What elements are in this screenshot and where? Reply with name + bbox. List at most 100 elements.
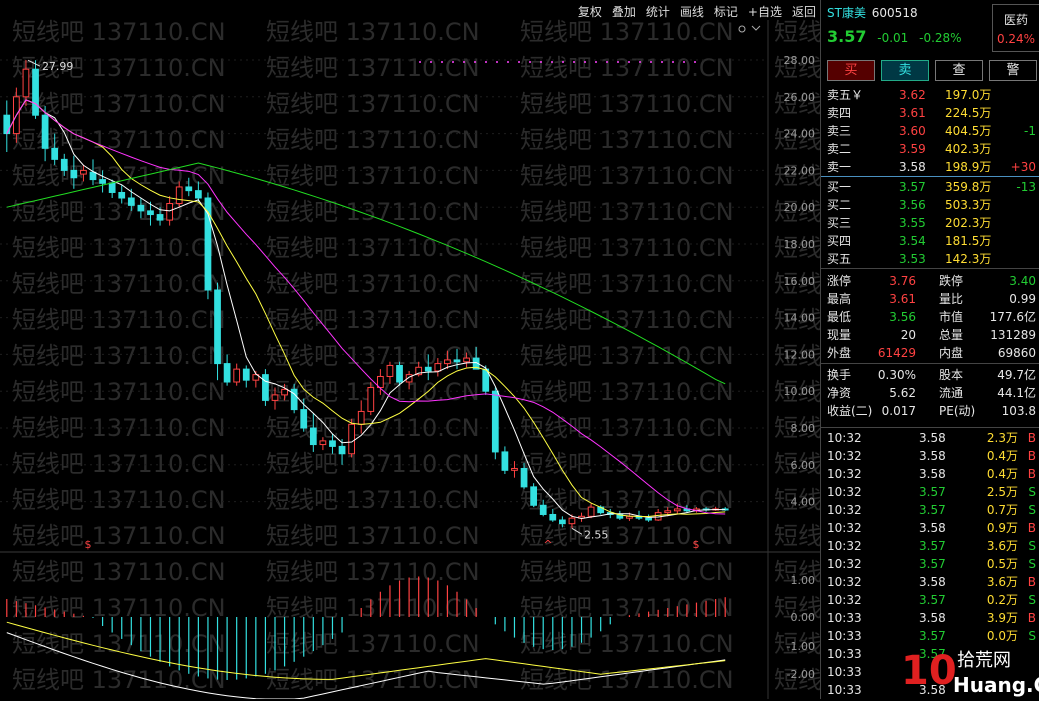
toolbar-item[interactable]: 返回 xyxy=(792,3,816,20)
stat-row: 外盘 61429 内盘 69860 xyxy=(827,344,1036,362)
sector-box[interactable]: 医药 0.24% xyxy=(992,4,1039,52)
price-tick: 10.00 xyxy=(784,385,816,398)
book-label: 卖四 xyxy=(827,106,852,120)
alert-button[interactable]: 警 xyxy=(989,60,1037,81)
candle-body xyxy=(70,169,78,179)
tick-time: 10:32 xyxy=(827,521,862,535)
toolbar-item[interactable]: 画线 xyxy=(680,3,704,20)
buy-button[interactable]: 买 xyxy=(827,60,875,81)
stat-value: 3.56 xyxy=(889,310,916,324)
signal-dot xyxy=(419,61,421,63)
book-volume: 202.3万 xyxy=(945,216,992,230)
stat-value: 0.30% xyxy=(877,368,916,382)
candle-body xyxy=(41,114,49,149)
tick-side: S xyxy=(1028,503,1036,517)
watermark-text: 短线吧 137110.CN xyxy=(266,90,480,118)
price-change-pct: -0.28% xyxy=(919,31,962,45)
watermark-text: 短线吧 137110.CN xyxy=(520,558,734,586)
price-tick: 24.00 xyxy=(784,128,816,141)
watermark-text: 短线吧 137110.CN xyxy=(12,90,226,118)
ask-row: 卖三 3.60 404.5万 -1 xyxy=(827,122,1036,140)
watermark-text: 短线吧 137110.CN xyxy=(12,630,226,658)
candle-body xyxy=(501,451,509,471)
tick-side: S xyxy=(1028,539,1036,553)
candle-body xyxy=(645,517,652,521)
candle-body xyxy=(137,204,145,212)
candle-body xyxy=(166,203,174,221)
watermark-text: 短线吧 137110.CN xyxy=(266,306,480,334)
tick-price: 3.57 xyxy=(919,503,946,517)
watermark-text: 短线吧 137110.CN xyxy=(774,18,820,46)
candle-body xyxy=(463,357,470,363)
book-volume: 142.3万 xyxy=(945,252,992,266)
stat-value: 131289 xyxy=(990,328,1036,342)
candle-body xyxy=(108,182,116,193)
watermark-text: 短线吧 137110.CN xyxy=(266,234,480,262)
stat-value: 20 xyxy=(900,328,916,342)
stat-key: 外盘 xyxy=(827,346,852,360)
tick-volume: 0.2万 xyxy=(986,593,1018,607)
candle-body xyxy=(338,445,346,455)
settings-icon xyxy=(738,25,746,33)
candle-body xyxy=(175,186,183,205)
watermark: 短线吧 137110.CN 短线吧 137110.CN 短线吧 137110.CN 短… xyxy=(12,18,820,694)
watermark-text: 短线吧 137110.CN xyxy=(12,198,226,226)
tick-row: 10:32 3.57 3.6万 S xyxy=(827,537,1036,555)
stat-key: 内盘 xyxy=(939,346,964,360)
sell-button[interactable]: 卖 xyxy=(881,60,929,81)
tick-volume: 3.9万 xyxy=(986,611,1018,625)
signal-dot xyxy=(628,61,630,63)
toolbar-item[interactable]: 统计 xyxy=(646,3,670,20)
book-label: 买四 xyxy=(827,234,852,248)
high-label: 27.99 xyxy=(42,60,74,73)
sector-pct: 0.24% xyxy=(996,32,1036,46)
svg-text:拾荒网: 拾荒网 xyxy=(957,650,1011,671)
book-price: 3.55 xyxy=(899,216,926,230)
kline-chart[interactable]: 短线吧 137110.CN 短线吧 137110.CN 短线吧 137110.CN 短… xyxy=(0,0,820,699)
tick-row: 10:32 3.58 0.4万 B xyxy=(827,447,1036,465)
ask-row: 卖四 3.61 224.5万 xyxy=(827,104,1036,122)
candle-body xyxy=(242,368,250,381)
stat-value: 0.017 xyxy=(881,404,916,418)
toolbar-item[interactable]: 复权 xyxy=(578,3,602,20)
bid-row: 买五 3.53 142.3万 xyxy=(827,250,1036,268)
stat-value: 49.7亿 xyxy=(997,368,1036,382)
book-volume: 197.0万 xyxy=(945,88,992,102)
book-price: 3.59 xyxy=(899,142,926,156)
book-price: 3.62 xyxy=(899,88,926,102)
tick-row: 10:32 3.57 2.5万 S xyxy=(827,483,1036,501)
watermark-text: 短线吧 137110.CN xyxy=(520,162,734,190)
signal-dot xyxy=(606,61,608,63)
signal-dot xyxy=(540,61,542,63)
candle-body xyxy=(673,508,681,512)
candle-body xyxy=(367,387,375,412)
toolbar-item[interactable]: +自选 xyxy=(748,3,782,20)
stat-key: 收益(二) xyxy=(827,404,873,418)
tick-row: 10:32 3.58 0.9万 B xyxy=(827,519,1036,537)
stat-key: 涨停 xyxy=(827,274,852,288)
book-price: 3.58 xyxy=(899,160,926,174)
price-tick: 16.00 xyxy=(784,275,816,288)
stat-key: 现量 xyxy=(827,328,852,342)
section-divider xyxy=(821,363,1039,364)
toolbar-item[interactable]: 标记 xyxy=(714,3,738,20)
candle-body xyxy=(396,364,403,383)
stat-key: 最高 xyxy=(827,292,852,306)
book-price: 3.60 xyxy=(899,124,926,138)
toolbar-item[interactable]: 叠加 xyxy=(612,3,636,20)
book-price: 3.56 xyxy=(899,198,926,212)
tick-volume: 0.4万 xyxy=(986,467,1018,481)
candle-body xyxy=(80,169,87,175)
signal-dot xyxy=(474,61,476,63)
signal-dot xyxy=(617,61,619,63)
signal-dot xyxy=(518,61,520,63)
candle-body xyxy=(262,374,269,401)
candle-body xyxy=(271,394,279,401)
stat-value: 69860 xyxy=(997,346,1036,360)
candle-body xyxy=(3,114,11,135)
price-tick: 4.00 xyxy=(791,496,816,509)
tick-time: 10:32 xyxy=(827,431,862,445)
tick-price: 3.58 xyxy=(919,449,946,463)
query-button[interactable]: 查 xyxy=(935,60,983,81)
signal-dot xyxy=(430,61,432,63)
